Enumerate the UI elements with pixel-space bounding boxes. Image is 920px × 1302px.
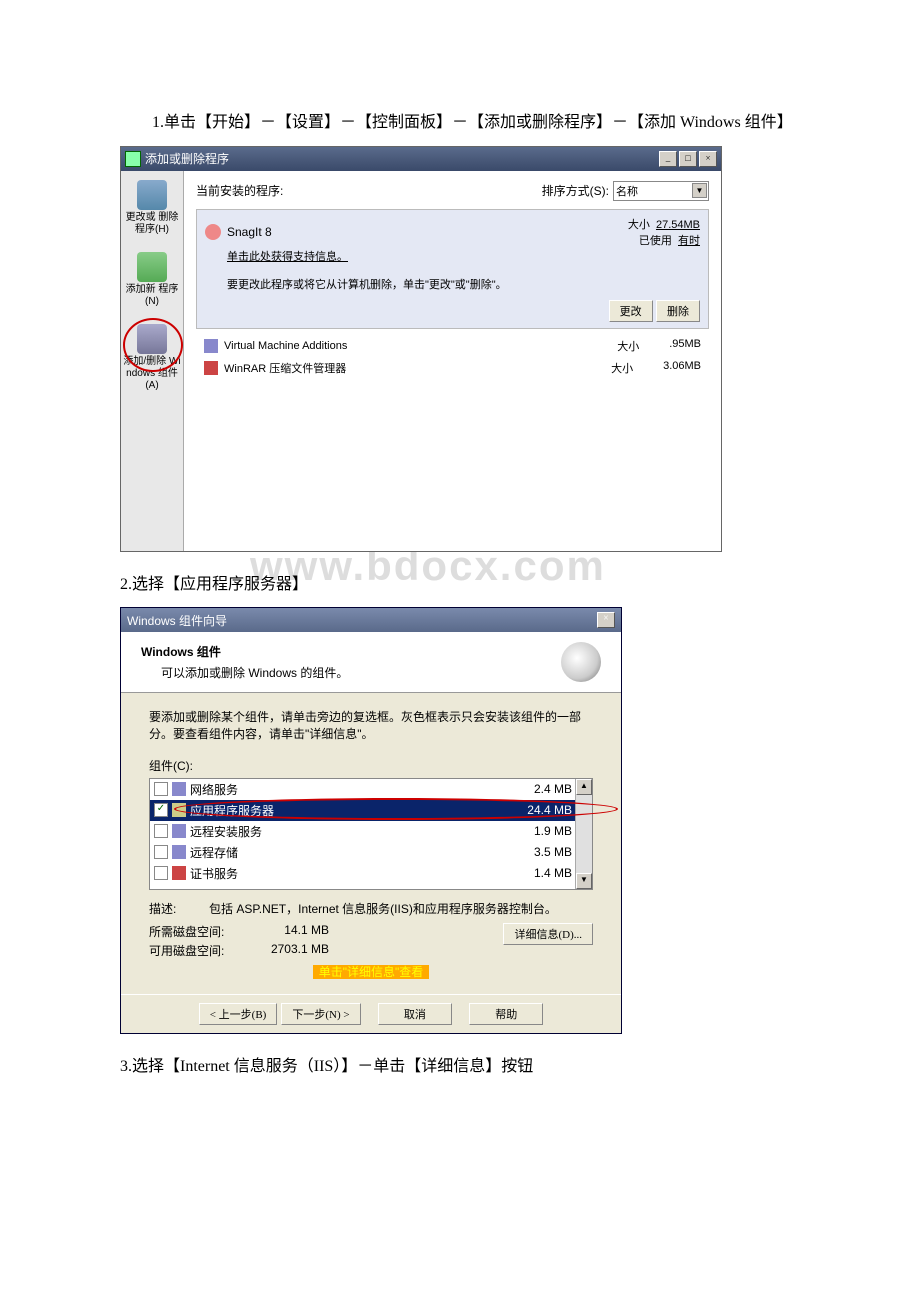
required-space-value: 14.1 MB (239, 923, 329, 940)
checkbox[interactable] (154, 866, 168, 880)
list-item[interactable]: 远程安装服务 1.9 MB (150, 821, 592, 842)
scroll-down-button[interactable]: ▼ (576, 873, 592, 889)
maximize-button[interactable]: □ (679, 151, 697, 167)
winrar-icon (204, 361, 218, 375)
list-item[interactable]: 远程存储 3.5 MB (150, 842, 592, 863)
step-3-text: 3.选择【Internet 信息服务（IIS）】－单击【详细信息】按钮 (120, 1054, 800, 1080)
scroll-up-button[interactable]: ▲ (576, 779, 592, 795)
item-size: 1.4 MB (534, 866, 572, 880)
program-snagit[interactable]: SnagIt 8 大小 27.54MB 已使用 有时 单击此处获得支持信息。 要… (196, 209, 709, 329)
vm-icon (204, 339, 218, 353)
size-value: .95MB (669, 338, 701, 354)
window-title: Windows 组件向导 (127, 612, 227, 629)
step-2-text: 2.选择【应用程序服务器】 (120, 572, 800, 598)
required-space-label: 所需磁盘空间: (149, 923, 239, 940)
plus-icon (137, 252, 167, 282)
header-subtitle: 可以添加或删除 Windows 的组件。 (161, 664, 348, 681)
components-listbox[interactable]: 网络服务 2.4 MB ✓ 应用程序服务器 24.4 MB 远程安装服务 1.9 … (149, 778, 593, 890)
windows-components-wizard: Windows 组件向导 × Windows 组件 可以添加或删除 Window… (120, 607, 622, 1034)
item-name: 远程安装服务 (190, 823, 262, 840)
titlebar: 添加或删除程序 _ □ × (121, 147, 721, 171)
program-name: SnagIt 8 (227, 225, 272, 239)
remote-storage-icon (172, 845, 186, 859)
wizard-buttons: < 上一步(B)下一步(N) > 取消 帮助 (121, 994, 621, 1033)
used-value: 有时 (678, 235, 700, 247)
program-vm-additions[interactable]: Virtual Machine Additions 大小 .95MB (196, 335, 709, 357)
components-label: 组件(C): (149, 757, 593, 774)
size-label: 大小 (617, 338, 639, 354)
list-item[interactable]: 网络服务 2.4 MB (150, 779, 592, 800)
list-item-selected[interactable]: ✓ 应用程序服务器 24.4 MB (150, 800, 592, 821)
size-value: 27.54MB (656, 219, 700, 231)
box-icon (137, 180, 167, 210)
program-name: Virtual Machine Additions (224, 340, 347, 352)
size-label: 大小 (628, 219, 650, 231)
checkbox[interactable] (154, 845, 168, 859)
program-winrar[interactable]: WinRAR 压缩文件管理器 大小 3.06MB (196, 357, 709, 379)
size-value: 3.06MB (663, 360, 701, 376)
item-name: 证书服务 (190, 865, 238, 882)
header-title: Windows 组件 (141, 643, 348, 660)
checkbox[interactable] (154, 824, 168, 838)
remove-button[interactable]: 删除 (656, 300, 700, 322)
item-size: 2.4 MB (534, 782, 572, 796)
change-button[interactable]: 更改 (609, 300, 653, 322)
sort-select[interactable] (613, 181, 709, 201)
checkbox[interactable]: ✓ (154, 803, 168, 817)
available-space-label: 可用磁盘空间: (149, 942, 239, 959)
sidebar: 更改或 删除 程序(H) 添加新 程序(N) 添加/删除 Windows 组件(… (121, 171, 184, 551)
item-size: 1.9 MB (534, 824, 572, 838)
cancel-button[interactable]: 取消 (378, 1003, 452, 1025)
close-button[interactable]: × (597, 612, 615, 628)
item-name: 网络服务 (190, 781, 238, 798)
program-name: WinRAR 压缩文件管理器 (224, 360, 346, 376)
wizard-hint: 要添加或删除某个组件，请单击旁边的复选框。灰色框表示只会安装该组件的一部分。要查… (149, 709, 593, 743)
item-name: 应用程序服务器 (190, 802, 274, 819)
cd-icon (561, 642, 601, 682)
minimize-button[interactable]: _ (659, 151, 677, 167)
scrollbar[interactable]: ▲ ▼ (575, 779, 592, 889)
wizard-header: Windows 组件 可以添加或删除 Windows 的组件。 (121, 632, 621, 693)
description-text: 包括 ASP.NET，Internet 信息服务(IIS)和应用程序服务器控制台… (209, 900, 593, 917)
program-list-area: 当前安装的程序: 排序方式(S): SnagIt 8 (184, 171, 721, 551)
window-title: 添加或删除程序 (145, 150, 229, 167)
description-label: 描述: (149, 900, 209, 917)
sidebar-change-remove[interactable]: 更改或 删除 程序(H) (121, 176, 183, 240)
network-icon (172, 782, 186, 796)
current-programs-label: 当前安装的程序: (196, 182, 283, 199)
titlebar: Windows 组件向导 × (121, 608, 621, 632)
next-button[interactable]: 下一步(N) > (281, 1003, 360, 1025)
details-button[interactable]: 详细信息(D)... (503, 923, 593, 945)
step-1-text: 1.单击【开始】－【设置】－【控制面板】－【添加或删除程序】－【添加 Windo… (120, 110, 800, 136)
snagit-icon (205, 224, 221, 240)
close-button[interactable]: × (699, 151, 717, 167)
support-link[interactable]: 单击此处获得支持信息。 (227, 248, 700, 264)
sidebar-add-new[interactable]: 添加新 程序(N) (121, 248, 183, 312)
item-size: 24.4 MB (527, 803, 572, 817)
app-icon (125, 151, 141, 167)
help-button[interactable]: 帮助 (469, 1003, 543, 1025)
size-label: 大小 (611, 360, 633, 376)
sort-label: 排序方式(S): (542, 182, 609, 199)
cert-icon (172, 866, 186, 880)
item-name: 远程存储 (190, 844, 238, 861)
remote-install-icon (172, 824, 186, 838)
item-size: 3.5 MB (534, 845, 572, 859)
red-highlight-circle (123, 318, 183, 372)
available-space-value: 2703.1 MB (239, 942, 329, 959)
sidebar-windows-components[interactable]: 添加/删除 Windows 组件(A) (121, 320, 183, 396)
change-remove-hint: 要更改此程序或将它从计算机删除，单击"更改"或"删除"。 (227, 276, 700, 292)
annotation-text: 单击"详细信息"查看 (149, 963, 593, 980)
used-label: 已使用 (639, 235, 672, 247)
list-item[interactable]: 证书服务 1.4 MB (150, 863, 592, 884)
checkbox[interactable] (154, 782, 168, 796)
back-button[interactable]: < 上一步(B) (199, 1003, 278, 1025)
add-remove-programs-window: 添加或删除程序 _ □ × 更改或 删除 程序(H) 添加新 程序(N) (120, 146, 722, 552)
appserver-icon (172, 803, 186, 817)
